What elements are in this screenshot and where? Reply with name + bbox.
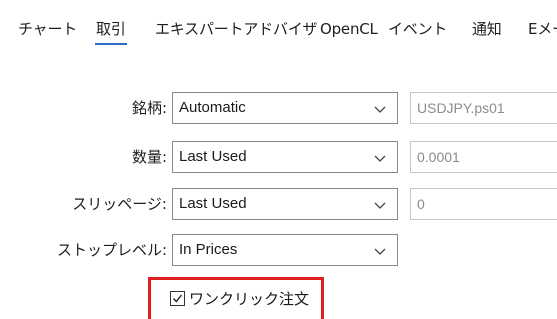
chevron-down-icon — [374, 202, 386, 209]
stop-level-select-value: In Prices — [179, 241, 238, 258]
stop-level-select[interactable]: In Prices — [172, 234, 398, 266]
volume-label: 数量: — [131, 148, 167, 166]
chevron-down-icon — [374, 155, 386, 162]
symbol-select-value: Automatic — [179, 99, 246, 116]
volume-field[interactable]: 0.0001 — [410, 141, 557, 173]
slippage-select-value: Last Used — [179, 195, 247, 212]
volume-select-value: Last Used — [179, 148, 247, 165]
tab-strip: チャート 取引 エキスパートアドバイザ OpenCL イベント 通知 Eメー — [0, 0, 557, 45]
tab-expert-advisors[interactable]: エキスパートアドバイザ — [155, 20, 318, 38]
symbol-field-value: USDJPY.ps01 — [417, 100, 505, 116]
tab-chart[interactable]: チャート — [18, 20, 77, 38]
tab-trade[interactable]: 取引 — [95, 20, 127, 45]
volume-select[interactable]: Last Used — [172, 141, 398, 173]
symbol-label: 銘柄: — [131, 99, 167, 117]
tab-opencl[interactable]: OpenCL — [320, 20, 378, 38]
options-dialog-trade-tab: チャート 取引 エキスパートアドバイザ OpenCL イベント 通知 Eメー 銘… — [0, 0, 557, 319]
slippage-select[interactable]: Last Used — [172, 188, 398, 220]
symbol-select[interactable]: Automatic — [172, 92, 398, 124]
checkbox[interactable] — [170, 291, 185, 306]
chevron-down-icon — [374, 106, 386, 113]
tab-notifications[interactable]: 通知 — [472, 20, 502, 38]
tab-events[interactable]: イベント — [388, 20, 447, 38]
one-click-trading-label: ワンクリック注文 — [189, 290, 310, 308]
volume-field-value: 0.0001 — [417, 149, 460, 165]
slippage-label: スリッページ: — [72, 195, 167, 213]
tab-email[interactable]: Eメー — [528, 20, 557, 38]
slippage-field[interactable]: 0 — [410, 188, 557, 220]
checkmark-icon — [172, 294, 183, 303]
slippage-field-value: 0 — [417, 196, 425, 212]
stop-level-label: ストップレベル: — [56, 241, 167, 259]
chevron-down-icon — [374, 248, 386, 255]
symbol-field[interactable]: USDJPY.ps01 — [410, 92, 557, 124]
